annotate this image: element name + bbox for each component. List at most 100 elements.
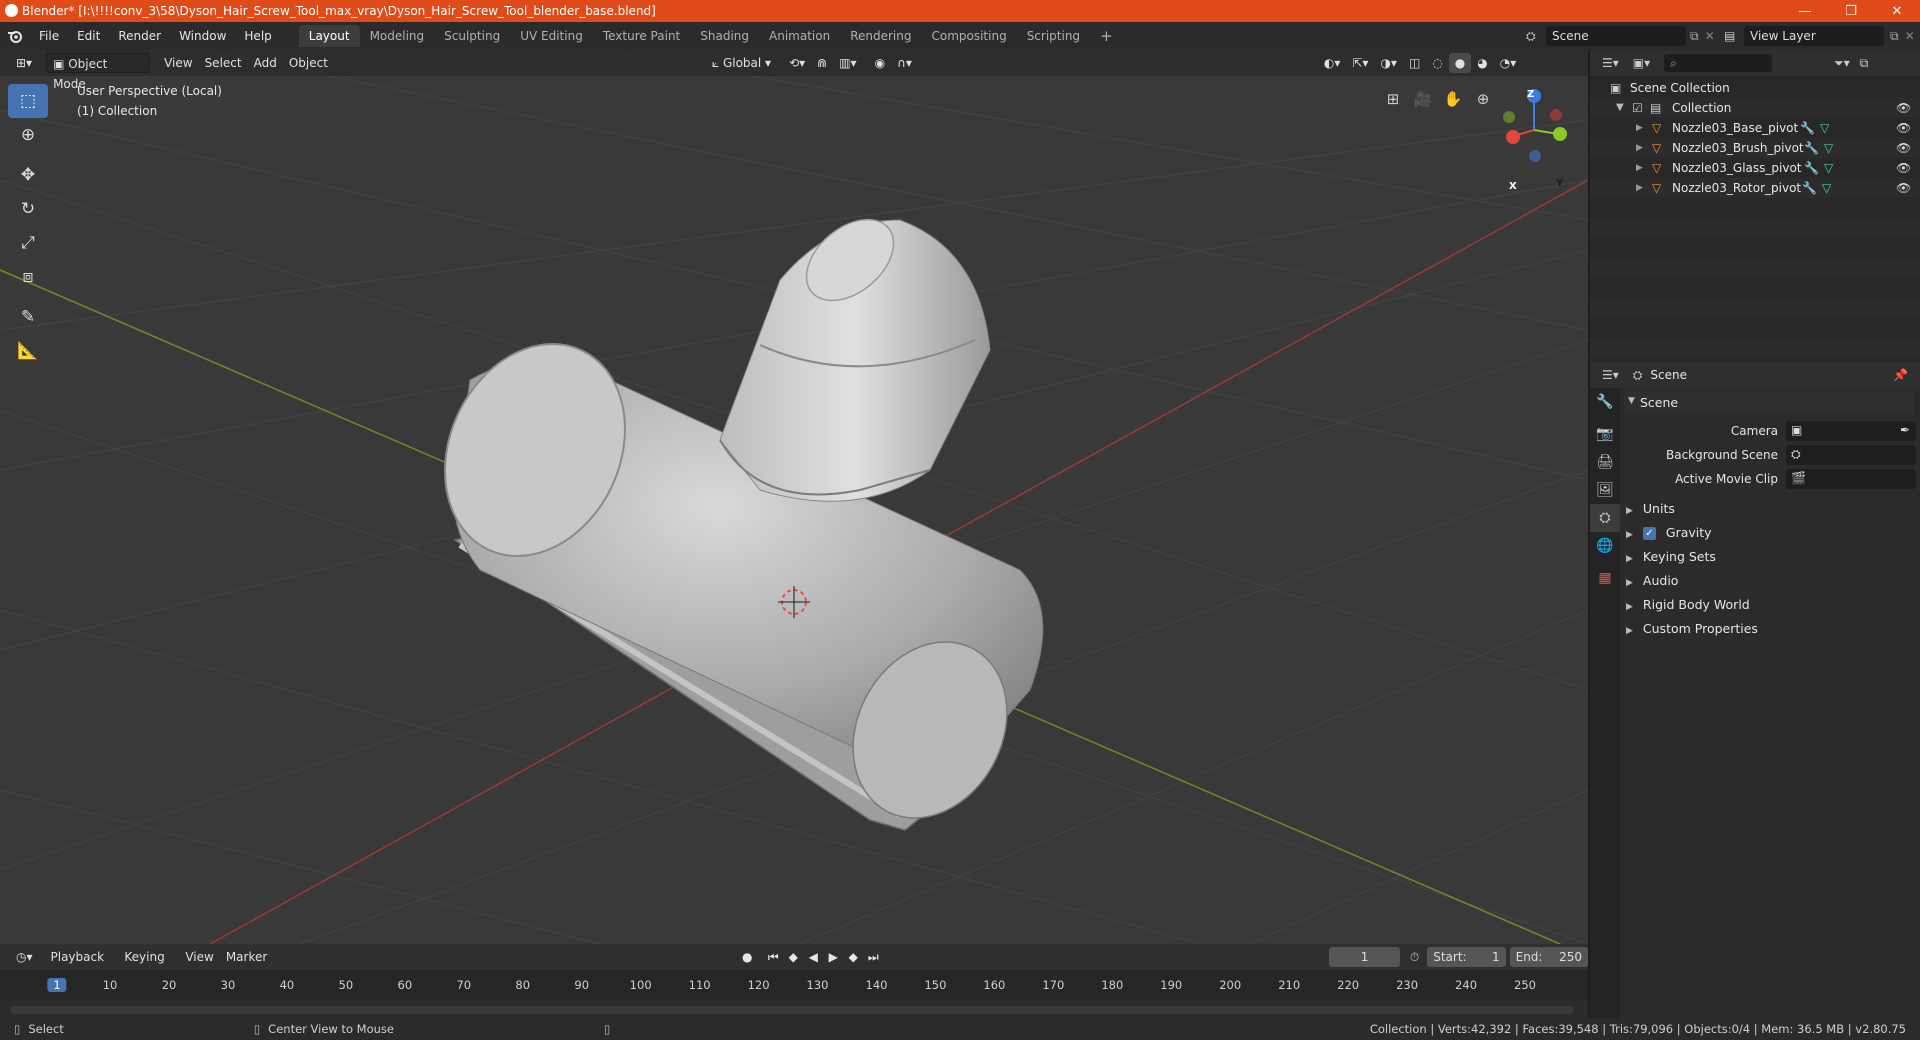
new-scene-icon[interactable]: ⧉ <box>1690 29 1699 44</box>
rigid-body-world-panel-header[interactable]: ▶ Rigid Body World <box>1626 594 1914 616</box>
tab-view-layer-icon[interactable]: 🖼 <box>1590 476 1620 504</box>
timeline-menu-keying[interactable]: Keying ▾ <box>118 947 179 984</box>
tab-sculpting[interactable]: Sculpting <box>434 25 510 47</box>
scale-tool-icon[interactable]: ⤢ <box>8 226 48 260</box>
tab-texture-icon[interactable]: ▦ <box>1590 564 1620 592</box>
tab-scripting[interactable]: Scripting <box>1017 25 1090 47</box>
filter-icon[interactable]: ⏷▾ <box>1834 56 1850 71</box>
viewport-menu-object[interactable]: Object <box>283 53 334 73</box>
rendered-shading-icon[interactable]: ◔▾ <box>1494 53 1523 73</box>
scene-selector[interactable]: ⛭ Scene ⧉ ✕ <box>1526 26 1715 46</box>
jump-start-icon[interactable]: ⏮ <box>763 947 783 967</box>
outliner-row-object[interactable]: ▶ ▽ Nozzle03_Brush_pivot 🔧 ▽ 👁 <box>1590 138 1920 158</box>
tab-texture-paint[interactable]: Texture Paint <box>593 25 690 47</box>
viewport-menu-add[interactable]: Add <box>248 53 283 73</box>
menu-render[interactable]: Render <box>109 22 170 50</box>
properties-editor-type-icon[interactable]: ☰▾ <box>1602 368 1619 382</box>
modifier-wrench-icon[interactable]: 🔧 <box>1802 178 1817 198</box>
transform-tool-icon[interactable]: ⧈ <box>8 260 48 294</box>
pin-icon[interactable]: 📌 <box>1893 368 1908 382</box>
3d-viewport[interactable]: Z Y X ⊞▾ ▣ Object Mode View Select Add O… <box>0 50 1588 944</box>
visibility-eye-icon[interactable]: 👁 <box>1896 98 1911 118</box>
expand-arrow-icon[interactable]: ▶ <box>1636 158 1643 178</box>
gravity-panel-header[interactable]: ▶ ✓ Gravity <box>1626 522 1914 544</box>
tab-modeling[interactable]: Modeling <box>360 25 435 47</box>
jump-keyframe-back-icon[interactable]: ◆ <box>783 947 803 967</box>
outliner-row-object[interactable]: ▶ ▽ Nozzle03_Base_pivot 🔧 ▽ 👁 <box>1590 118 1920 138</box>
expand-arrow-icon[interactable]: ▶ <box>1636 178 1643 198</box>
toggle-camera-view-icon[interactable]: ⊞ <box>1380 86 1406 112</box>
play-reverse-icon[interactable]: ◀ <box>803 947 823 967</box>
outliner-row-scene-collection[interactable]: ▣ Scene Collection <box>1590 78 1920 98</box>
custom-properties-panel-header[interactable]: ▶ Custom Properties <box>1626 618 1914 640</box>
visibility-eye-icon[interactable]: 👁 <box>1896 138 1911 158</box>
tab-render-icon[interactable]: 📷 <box>1590 420 1620 448</box>
visibility-eye-icon[interactable]: 👁 <box>1896 178 1911 198</box>
mesh-data-icon[interactable]: ▽ <box>1824 138 1833 158</box>
jump-end-icon[interactable]: ⏭ <box>863 947 883 967</box>
new-view-layer-icon[interactable]: ⧉ <box>1890 29 1899 44</box>
zoom-view-icon[interactable]: ⊕ <box>1470 86 1496 112</box>
outliner-editor-type-icon[interactable]: ☰▾ <box>1602 56 1619 70</box>
mesh-data-icon[interactable]: ▽ <box>1822 178 1831 198</box>
cursor-tool-icon[interactable]: ⊕ <box>8 118 48 152</box>
end-frame-field[interactable]: End: 250 <box>1509 947 1588 967</box>
solid-shading-icon[interactable]: ● <box>1448 53 1472 73</box>
tab-shading[interactable]: Shading <box>690 25 759 47</box>
modifier-wrench-icon[interactable]: 🔧 <box>1800 118 1815 138</box>
timeline-editor[interactable]: ◷▾ Playback ▾ Keying ▾ View Marker ● ⏮ ◆… <box>0 944 1588 1018</box>
mesh-data-icon[interactable]: ▽ <box>1824 158 1833 178</box>
xray-toggle-icon[interactable]: ◫ <box>1403 53 1426 73</box>
visibility-eye-icon[interactable]: 👁 <box>1896 118 1911 138</box>
pivot-point-icon[interactable]: ⟲▾ <box>783 53 811 73</box>
eyedropper-icon[interactable]: ✒ <box>1900 423 1910 437</box>
active-movie-clip-field[interactable]: 🎬 <box>1786 469 1916 489</box>
expand-arrow-icon[interactable]: ▶ <box>1636 138 1643 158</box>
checkbox-icon[interactable]: ☑ <box>1632 98 1643 118</box>
delete-view-layer-icon[interactable]: ✕ <box>1905 29 1915 43</box>
keying-sets-panel-header[interactable]: ▶ Keying Sets <box>1626 546 1914 568</box>
units-panel-header[interactable]: ▶ Units <box>1626 498 1914 520</box>
annotate-tool-icon[interactable]: ✎ <box>8 300 48 334</box>
viewport-menu-view[interactable]: View <box>158 53 198 73</box>
falloff-icon[interactable]: ∩▾ <box>891 53 918 73</box>
menu-file[interactable]: File <box>30 22 68 50</box>
pan-view-hand-icon[interactable]: ✋ <box>1440 86 1466 112</box>
menu-help[interactable]: Help <box>235 22 280 50</box>
modifier-wrench-icon[interactable]: 🔧 <box>1804 158 1819 178</box>
view-layer-name-field[interactable]: View Layer <box>1744 26 1884 46</box>
expand-arrow-icon[interactable]: ▶ <box>1636 118 1643 138</box>
transform-orientation-dropdown[interactable]: ⟀ Global ▾ <box>706 53 777 73</box>
current-frame-field[interactable]: 1 <box>1329 947 1400 967</box>
snap-target-icon[interactable]: ▥▾ <box>833 53 862 73</box>
select-box-tool-icon[interactable]: ⬚ <box>8 84 48 118</box>
object-mode-dropdown[interactable]: ▣ Object Mode <box>46 53 151 91</box>
audio-panel-header[interactable]: ▶ Audio <box>1626 570 1914 592</box>
view-layer-selector[interactable]: ▤ View Layer ⧉ ✕ <box>1724 26 1915 46</box>
tab-world-icon[interactable]: 🌐 <box>1590 532 1620 560</box>
visibility-icon[interactable]: ◐▾ <box>1318 53 1347 73</box>
minimize-button[interactable]: — <box>1782 0 1828 22</box>
move-tool-icon[interactable]: ✥ <box>8 158 48 192</box>
record-icon[interactable]: ● <box>737 947 757 967</box>
tab-layout[interactable]: Layout <box>298 25 360 47</box>
outliner-row-object[interactable]: ▶ ▽ Nozzle03_Rotor_pivot 🔧 ▽ 👁 <box>1590 178 1920 198</box>
tab-animation[interactable]: Animation <box>759 25 840 47</box>
gravity-checkbox[interactable]: ✓ <box>1642 527 1656 540</box>
timeline-scrollbar[interactable] <box>10 1006 1574 1014</box>
frame-ruler[interactable]: 1 10 20 30 40 50 60 70 80 90 100 110 120 130 140 150 160… <box>0 970 1588 1000</box>
viewport-menu-select[interactable]: Select <box>199 53 248 73</box>
new-collection-icon[interactable]: ⧉ <box>1860 56 1869 71</box>
editor-type-icon[interactable]: ⊞▾ <box>10 53 38 73</box>
modifier-wrench-icon[interactable]: 🔧 <box>1804 138 1819 158</box>
menu-edit[interactable]: Edit <box>68 22 109 50</box>
scene-name-field[interactable]: Scene <box>1546 26 1686 46</box>
visibility-eye-icon[interactable]: 👁 <box>1896 158 1911 178</box>
display-mode-icon[interactable]: ▣▾ <box>1633 56 1650 70</box>
navigation-gizmo[interactable] <box>1503 89 1567 162</box>
scene-panel-header[interactable]: ▼ Scene <box>1624 392 1914 414</box>
close-button[interactable]: ✕ <box>1874 0 1920 22</box>
measure-tool-icon[interactable]: 📐 <box>8 334 48 368</box>
proportional-editing-icon[interactable]: ◉ <box>869 53 891 73</box>
tab-rendering[interactable]: Rendering <box>840 25 921 47</box>
